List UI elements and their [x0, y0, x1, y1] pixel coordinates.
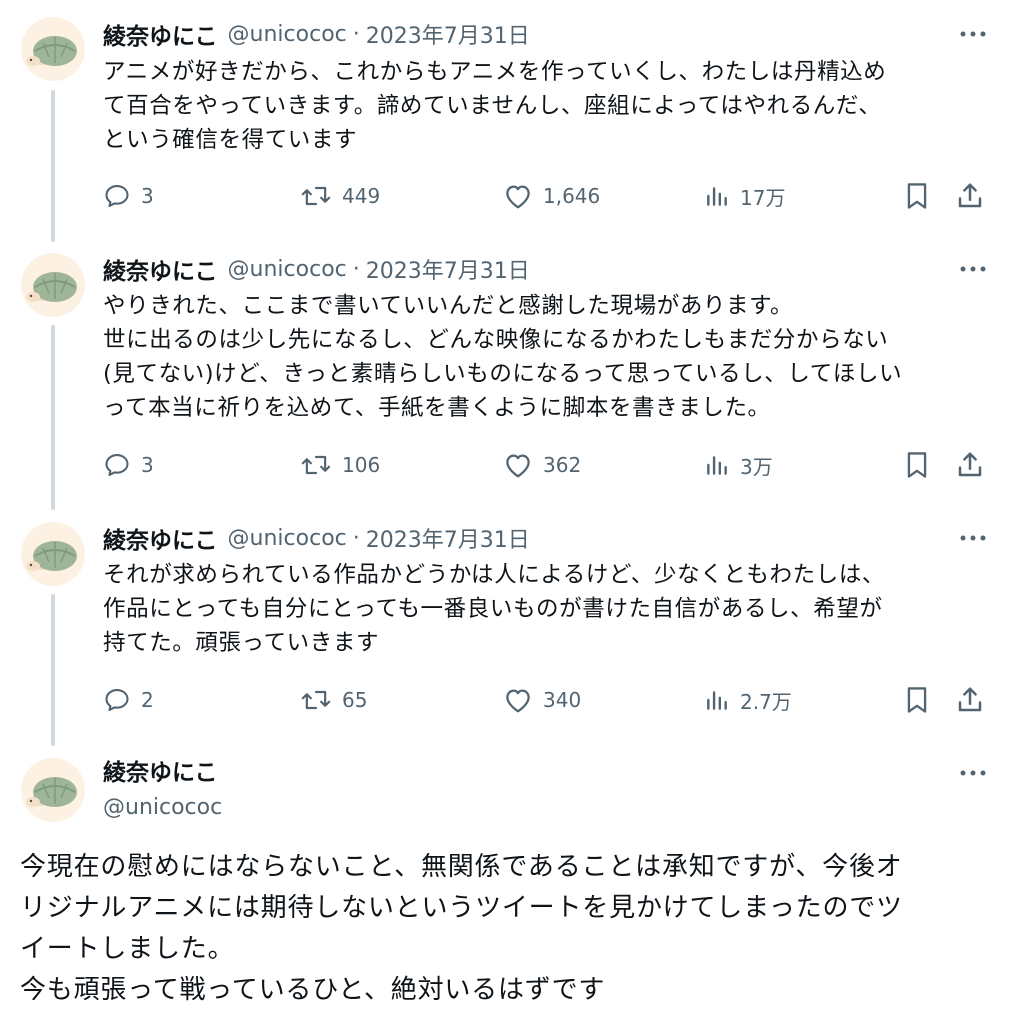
retweet-icon [301, 186, 331, 206]
retweet-icon [301, 690, 331, 710]
heart-icon [506, 185, 530, 209]
tweet-actions: 3 449 1,646 17万 [103, 178, 993, 214]
heart-icon [506, 689, 530, 713]
more-icon[interactable] [957, 528, 989, 548]
views-icon [707, 456, 727, 475]
heart-icon [506, 454, 530, 478]
handle[interactable]: @unicococ [228, 526, 347, 551]
more-icon[interactable] [957, 24, 989, 44]
reply-icon [105, 454, 129, 476]
tweet-actions: 3 106 362 3万 [103, 447, 993, 483]
retweet-button[interactable]: 449 [300, 178, 380, 214]
main-tweet-text: 今現在の慰めにはならないこと、無関係であることは承知ですが、今後オ リジナルアニ… [20, 852, 903, 1005]
views-count: 2.7万 [740, 689, 792, 714]
views-icon [707, 187, 727, 206]
views-button[interactable]: 2.7万 [704, 682, 792, 718]
share-button[interactable] [955, 178, 985, 214]
views-count: 17万 [740, 185, 786, 210]
thread-line [51, 594, 55, 746]
like-count: 1,646 [543, 184, 601, 208]
avatar[interactable] [21, 758, 85, 822]
turtle-avatar-icon [26, 272, 77, 302]
reply-count: 3 [141, 184, 154, 208]
retweet-icon [301, 455, 331, 475]
views-count: 3万 [740, 454, 773, 479]
bookmark-icon [907, 687, 927, 713]
like-button[interactable]: 1,646 [503, 178, 600, 214]
like-button[interactable]: 362 [503, 447, 581, 483]
handle[interactable]: @unicococ [228, 257, 347, 282]
avatar[interactable] [21, 253, 85, 317]
reply-button[interactable]: 3 [103, 447, 154, 483]
reply-icon [105, 185, 129, 207]
views-button[interactable]: 17万 [704, 178, 785, 214]
thread-line [51, 90, 55, 242]
reply-count: 3 [141, 453, 154, 477]
retweet-count: 449 [342, 184, 381, 208]
display-name[interactable]: 綾奈ゆにこ [103, 756, 218, 790]
reply-button[interactable]: 2 [103, 682, 154, 718]
more-icon[interactable] [957, 259, 989, 279]
tweet-text: それが求められている作品かどうかは人によるけど、少なくともわたしは、 作品にとっ… [103, 562, 886, 656]
retweet-button[interactable]: 65 [300, 682, 367, 718]
bookmark-button[interactable] [903, 178, 931, 214]
timestamp[interactable]: 2023年7月31日 [366, 18, 530, 50]
share-icon [958, 183, 982, 208]
timestamp[interactable]: 2023年7月31日 [366, 253, 530, 285]
tweet-text: やりきれた、ここまで書いていいんだと感謝した現場があります。 世に出るのは少し先… [103, 293, 903, 421]
bookmark-icon [907, 183, 927, 209]
turtle-avatar-icon [26, 541, 77, 571]
share-button[interactable] [955, 682, 985, 718]
like-button[interactable]: 340 [503, 682, 581, 718]
share-icon [958, 452, 982, 477]
separator: · [352, 21, 360, 47]
retweet-count: 106 [342, 453, 381, 477]
tweet-text: アニメが好きだから、これからもアニメを作っていくし、わたしは丹精込め て百合をや… [103, 59, 887, 153]
share-button[interactable] [955, 447, 985, 483]
retweet-count: 65 [342, 688, 368, 712]
reply-button[interactable]: 3 [103, 178, 154, 214]
reply-count: 2 [141, 688, 154, 712]
avatar[interactable] [21, 17, 85, 81]
timestamp[interactable]: 2023年7月31日 [366, 522, 530, 554]
bookmark-icon [907, 452, 927, 478]
thread-line [51, 325, 55, 510]
turtle-avatar-icon [26, 36, 77, 66]
views-icon [707, 691, 727, 710]
display-name[interactable]: 綾奈ゆにこ [103, 521, 218, 555]
separator: · [352, 525, 360, 551]
more-icon[interactable] [957, 763, 989, 783]
avatar[interactable] [21, 522, 85, 586]
separator: · [352, 256, 360, 282]
share-icon [958, 687, 982, 712]
tweet-header: 綾奈ゆにこ @unicococ · 2023年7月31日 [103, 252, 989, 286]
turtle-avatar-icon [26, 777, 77, 807]
handle[interactable]: @unicococ [228, 22, 347, 47]
handle[interactable]: @unicococ [103, 791, 222, 825]
tweet-header: 綾奈ゆにこ @unicococ · 2023年7月31日 [103, 17, 989, 51]
tweet-actions: 2 65 340 2.7万 [103, 682, 993, 718]
bookmark-button[interactable] [903, 447, 931, 483]
retweet-button[interactable]: 106 [300, 447, 380, 483]
like-count: 340 [543, 688, 582, 712]
display-name[interactable]: 綾奈ゆにこ [103, 17, 218, 51]
reply-icon [105, 689, 129, 711]
views-button[interactable]: 3万 [704, 447, 773, 483]
tweet-header: 綾奈ゆにこ @unicococ · 2023年7月31日 [103, 521, 989, 555]
display-name[interactable]: 綾奈ゆにこ [103, 252, 218, 286]
like-count: 362 [543, 453, 582, 477]
bookmark-button[interactable] [903, 682, 931, 718]
